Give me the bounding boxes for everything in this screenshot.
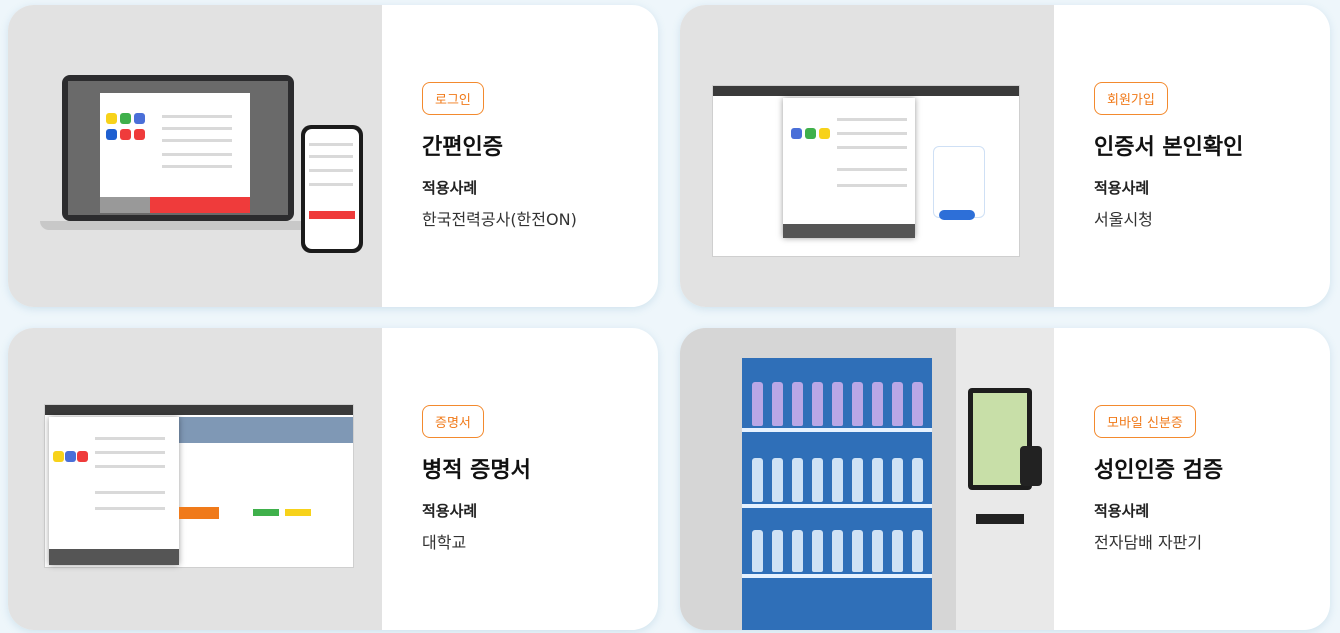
laptop-phone-screenshot bbox=[8, 5, 382, 307]
category-badge: 로그인 bbox=[422, 82, 484, 115]
case-label: 적용사례 bbox=[1094, 179, 1150, 197]
use-case-card-signup: 회원가입 인증서 본인확인 적용사례 서울시청 bbox=[680, 5, 1330, 307]
vending-machine-photo bbox=[680, 328, 1054, 630]
category-badge: 회원가입 bbox=[1094, 82, 1168, 115]
case-label: 적용사례 bbox=[422, 179, 478, 197]
browser-screenshot bbox=[680, 5, 1054, 307]
case-value: 전자담배 자판기 bbox=[1094, 533, 1203, 552]
case-value: 한국전력공사(한전ON) bbox=[422, 210, 577, 229]
case-value: 서울시청 bbox=[1094, 210, 1153, 229]
use-case-card-mobile-id: 모바일 신분증 성인인증 검증 적용사례 전자담배 자판기 bbox=[680, 328, 1330, 630]
case-value: 대학교 bbox=[422, 533, 467, 552]
category-badge: 모바일 신분증 bbox=[1094, 405, 1196, 438]
use-case-card-login: 로그인 간편인증 적용사례 한국전력공사(한전ON) bbox=[8, 5, 658, 307]
case-label: 적용사례 bbox=[422, 502, 478, 520]
card-title: 병적 증명서 bbox=[422, 458, 531, 483]
browser-screenshot bbox=[8, 328, 382, 630]
use-case-card-certificate: 증명서 병적 증명서 적용사례 대학교 bbox=[8, 328, 658, 630]
card-title: 간편인증 bbox=[422, 135, 503, 160]
card-title: 인증서 본인확인 bbox=[1094, 135, 1244, 160]
case-label: 적용사례 bbox=[1094, 502, 1150, 520]
card-title: 성인인증 검증 bbox=[1094, 458, 1224, 483]
category-badge: 증명서 bbox=[422, 405, 484, 438]
